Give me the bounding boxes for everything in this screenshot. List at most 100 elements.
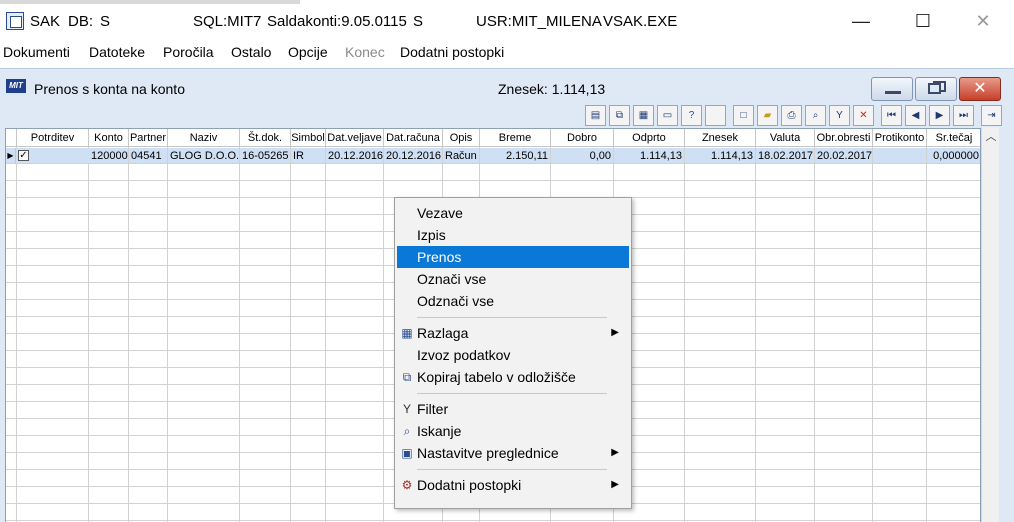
child-titlebar: MIT Prenos s konta na konto Znesek: 1.11… — [0, 69, 1014, 105]
next-record-icon[interactable]: ▶ — [929, 105, 950, 126]
first-record-icon[interactable]: ⏮ — [881, 105, 902, 126]
header-opis[interactable]: Opis — [443, 129, 480, 147]
header-partner[interactable]: Partner — [129, 129, 168, 147]
cell-naziv[interactable]: GLOG D.O.O. — [168, 148, 240, 164]
header-simbol[interactable]: Simbol — [291, 129, 326, 147]
menu-separator — [417, 393, 607, 394]
menu-item-prenos[interactable]: Prenos — [397, 246, 629, 268]
mit-logo-icon: MIT — [6, 79, 26, 93]
menu-dokumenti[interactable]: Dokumenti — [3, 44, 70, 60]
menu-item-vezave[interactable]: Vezave — [397, 202, 629, 224]
child-restore-button[interactable] — [915, 77, 957, 101]
cell-protikonto[interactable] — [873, 148, 927, 164]
minimize-button[interactable]: — — [838, 6, 884, 36]
header-odprto[interactable]: Odprto — [614, 129, 685, 147]
prev-record-icon[interactable]: ◀ — [905, 105, 926, 126]
exit-door-icon[interactable]: ⇥ — [981, 105, 1002, 126]
header-datracuna[interactable]: Dat.računa — [384, 129, 443, 147]
cell-datracuna[interactable]: 20.12.2016 — [384, 148, 443, 164]
menu-item-oznaci-vse[interactable]: Označi vse — [397, 268, 629, 290]
menu-item-dodatni-postopki[interactable]: ⚙ Dodatni postopki ▶ — [397, 474, 629, 496]
delete-icon[interactable]: ✕ — [853, 105, 874, 126]
menu-item-filter[interactable]: Y Filter — [397, 398, 629, 420]
submenu-arrow-icon: ▶ — [611, 327, 619, 338]
window-titlebar: SAK DB: S SQL:MIT7 Saldakonti:9.05.0115 … — [0, 0, 1014, 42]
search-icon[interactable]: ⌕ — [805, 105, 826, 126]
child-minimize-button[interactable] — [871, 77, 913, 101]
menu-item-kopiraj-tabelo[interactable]: ⧉ Kopiraj tabelo v odložišče — [397, 366, 629, 388]
menu-separator — [417, 469, 607, 470]
menu-item-label: Razlaga — [417, 325, 469, 341]
menu-item-label: Kopiraj tabelo v odložišče — [417, 369, 576, 385]
child-close-button[interactable]: ✕ — [959, 77, 1001, 101]
list-icon[interactable]: ▤ — [585, 105, 606, 126]
scroll-up-icon[interactable]: ︿ — [982, 129, 1000, 145]
vertical-scrollbar[interactable]: ︿ — [981, 127, 999, 522]
open-folder-icon[interactable]: ▰ — [757, 105, 778, 126]
cell-breme[interactable]: 2.150,11 — [480, 148, 551, 164]
table-row-empty[interactable] — [6, 182, 980, 198]
close-button[interactable]: ✕ — [960, 6, 1006, 36]
menu-item-razlaga[interactable]: ▦ Razlaga ▶ — [397, 322, 629, 344]
header-datveljave[interactable]: Dat.veljave — [326, 129, 384, 147]
header-srtecaj[interactable]: Sr.tečaj — [927, 129, 980, 147]
menu-dodatni-postopki[interactable]: Dodatni postopki — [400, 44, 504, 60]
cell-dobro[interactable]: 0,00 — [551, 148, 614, 164]
maximize-button[interactable]: ☐ — [900, 6, 946, 36]
cell-partner[interactable]: 04541 — [129, 148, 168, 164]
menu-item-label: Vezave — [417, 205, 463, 221]
menu-item-nastavitve-preglednice[interactable]: ▣ Nastavitve preglednice ▶ — [397, 442, 629, 464]
app-icon[interactable] — [6, 12, 24, 30]
header-breme[interactable]: Breme — [480, 129, 551, 147]
context-menu: Vezave Izpis Prenos Označi vse Odznači v… — [394, 197, 632, 509]
menu-datoteke[interactable]: Datoteke — [89, 44, 145, 60]
menu-opcije[interactable]: Opcije — [288, 44, 328, 60]
table-row-empty[interactable] — [6, 165, 980, 181]
filter-icon[interactable]: Y — [829, 105, 850, 126]
menu-ostalo[interactable]: Ostalo — [231, 44, 271, 60]
cell-obrobresti[interactable]: 20.02.2017 — [815, 148, 873, 164]
menu-item-izpis[interactable]: Izpis — [397, 224, 629, 246]
potrditev-checkbox[interactable]: ✓ — [18, 150, 29, 161]
header-obrobresti[interactable]: Obr.obresti — [815, 129, 873, 147]
menu-item-iskanje[interactable]: ⌕ Iskanje — [397, 420, 629, 442]
cell-konto[interactable]: 120000 — [89, 148, 129, 164]
header-valuta[interactable]: Valuta — [756, 129, 815, 147]
title-sql: SQL:MIT7 — [193, 13, 262, 30]
table-row[interactable]: ▶ ✓ 120000 04541 GLOG D.O.O. 16-05265 IR… — [6, 148, 980, 164]
last-record-icon[interactable]: ⏭ — [953, 105, 974, 126]
header-naziv[interactable]: Naziv — [168, 129, 240, 147]
cell-datveljave[interactable]: 20.12.2016 — [326, 148, 384, 164]
menu-item-label: Odznači vse — [417, 293, 495, 309]
cell-znesek[interactable]: 1.114,13 — [685, 148, 756, 164]
cell-opis[interactable]: Račun — [443, 148, 480, 164]
menu-porocila[interactable]: Poročila — [163, 44, 214, 60]
print-preview-icon[interactable]: ▦ — [633, 105, 654, 126]
cell-srtecaj[interactable]: 0,000000 — [927, 148, 980, 164]
title-exe: VSAK.EXE — [603, 13, 678, 30]
cell-valuta[interactable]: 18.02.2017 — [756, 148, 815, 164]
menu-item-odznaci-vse[interactable]: Odznači vse — [397, 290, 629, 312]
menu-konec[interactable]: Konec — [345, 44, 385, 60]
printer-icon[interactable]: ⎙ — [781, 105, 802, 126]
cell-simbol[interactable]: IR — [291, 148, 326, 164]
title-top-strip — [0, 0, 300, 4]
header-stdok[interactable]: Št.dok. — [240, 129, 291, 147]
new-document-icon[interactable]: □ — [733, 105, 754, 126]
menu-item-label: Označi vse — [417, 271, 487, 287]
cell-stdok[interactable]: 16-05265 — [240, 148, 291, 164]
header-konto[interactable]: Konto — [89, 129, 129, 147]
menu-item-izvoz-podatkov[interactable]: Izvoz podatkov — [397, 344, 629, 366]
blank-icon[interactable] — [705, 105, 726, 126]
cell-odprto[interactable]: 1.114,13 — [614, 148, 685, 164]
header-protikonto[interactable]: Protikonto — [873, 129, 927, 147]
copy-icon[interactable]: ⧉ — [609, 105, 630, 126]
header-znesek[interactable]: Znesek — [685, 129, 756, 147]
restore-icon-front — [928, 83, 941, 94]
header-potrditev[interactable]: Potrditev — [17, 129, 89, 147]
monitor-icon[interactable]: ▭ — [657, 105, 678, 126]
row-indicator-icon: ▶ — [6, 148, 16, 164]
title-db-suffix: S — [100, 13, 111, 30]
header-dobro[interactable]: Dobro — [551, 129, 614, 147]
help-icon[interactable]: ? — [681, 105, 702, 126]
